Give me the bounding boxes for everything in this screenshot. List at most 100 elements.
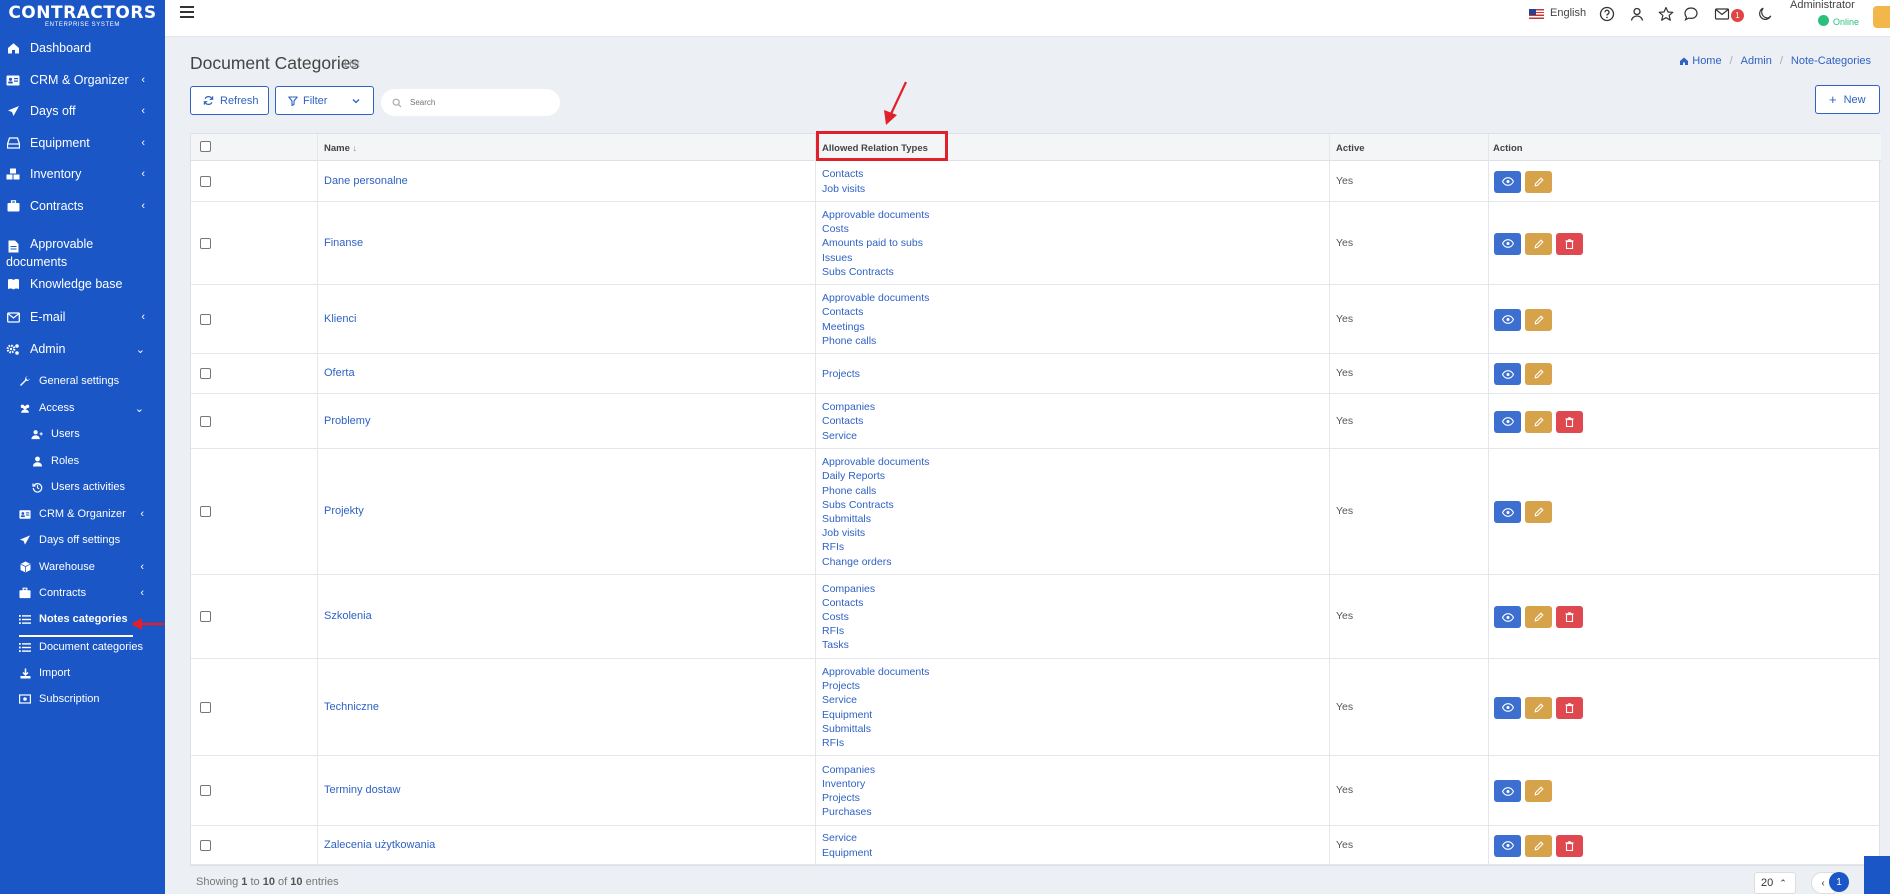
- category-name[interactable]: Projekty: [324, 505, 364, 517]
- view-button[interactable]: [1494, 363, 1521, 385]
- search-box[interactable]: [381, 89, 560, 116]
- relation-type-link[interactable]: Amounts paid to subs: [822, 236, 929, 250]
- category-name[interactable]: Techniczne: [324, 701, 379, 713]
- relation-type-link[interactable]: Approvable documents: [822, 455, 929, 469]
- edit-button[interactable]: [1525, 363, 1552, 385]
- category-name[interactable]: Problemy: [324, 415, 370, 427]
- language-selector[interactable]: English: [1550, 7, 1586, 19]
- row-checkbox[interactable]: [200, 175, 211, 187]
- avatar[interactable]: [1873, 6, 1890, 28]
- user-icon[interactable]: [1628, 5, 1646, 23]
- relation-type-link[interactable]: Purchases: [822, 805, 875, 819]
- delete-button[interactable]: [1556, 606, 1583, 628]
- category-name[interactable]: Oferta: [324, 367, 355, 379]
- help-icon[interactable]: [1598, 5, 1616, 23]
- relation-type-link[interactable]: Meetings: [822, 320, 929, 334]
- relation-type-link[interactable]: Job visits: [822, 182, 865, 196]
- view-button[interactable]: [1494, 780, 1521, 802]
- sidebar-item-days-off-settings[interactable]: Days off settings: [0, 531, 165, 549]
- sidebar-item-contracts[interactable]: Contracts ‹: [0, 197, 165, 215]
- relation-type-link[interactable]: RFIs: [822, 624, 875, 638]
- row-checkbox[interactable]: [200, 701, 211, 713]
- star-icon[interactable]: [1657, 5, 1675, 23]
- relation-type-link[interactable]: Projects: [822, 791, 875, 805]
- row-checkbox[interactable]: [200, 415, 211, 427]
- sidebar-item-warehouse[interactable]: Warehouse ‹: [0, 558, 165, 576]
- refresh-button[interactable]: Refresh: [190, 86, 269, 115]
- view-button[interactable]: [1494, 170, 1521, 193]
- sidebar-item-access[interactable]: Access ⌄: [0, 399, 165, 417]
- sidebar-item-days-off[interactable]: Days off ‹: [0, 102, 165, 120]
- dark-mode-moon-icon[interactable]: [1756, 5, 1774, 23]
- relation-type-link[interactable]: Equipment: [822, 708, 929, 722]
- page-size-select[interactable]: 20 ⌃: [1754, 872, 1796, 894]
- sidebar-item-roles[interactable]: Roles: [0, 452, 165, 470]
- relation-type-link[interactable]: Service: [822, 831, 872, 845]
- relation-type-link[interactable]: Tasks: [822, 638, 875, 652]
- relation-type-link[interactable]: Submittals: [822, 722, 929, 736]
- relation-type-link[interactable]: RFIs: [822, 736, 929, 750]
- view-button[interactable]: [1494, 308, 1521, 331]
- relation-type-link[interactable]: Issues: [822, 251, 929, 265]
- edit-button[interactable]: [1525, 834, 1552, 857]
- view-button[interactable]: [1494, 501, 1521, 523]
- filter-button[interactable]: Filter: [275, 86, 374, 115]
- relation-type-link[interactable]: Companies: [822, 582, 875, 596]
- row-checkbox[interactable]: [200, 237, 211, 249]
- sidebar-item-import[interactable]: Import: [0, 664, 165, 682]
- relation-type-link[interactable]: Contacts: [822, 596, 875, 610]
- edit-button[interactable]: [1525, 232, 1552, 255]
- edit-button[interactable]: [1525, 501, 1552, 523]
- relation-type-link[interactable]: Costs: [822, 610, 875, 624]
- relation-type-link[interactable]: Subs Contracts: [822, 265, 929, 279]
- chat-icon[interactable]: [1682, 5, 1700, 23]
- column-header-name[interactable]: Name ↓: [324, 143, 357, 154]
- row-checkbox[interactable]: [200, 839, 211, 851]
- relation-type-link[interactable]: Inventory: [822, 777, 875, 791]
- sidebar-item-equipment[interactable]: Equipment ‹: [0, 134, 165, 152]
- relation-type-link[interactable]: Job visits: [822, 526, 929, 540]
- sidebar-item-approvable[interactable]: Approvable documents: [0, 237, 165, 273]
- relation-type-link[interactable]: Approvable documents: [822, 665, 929, 679]
- relation-type-link[interactable]: Approvable documents: [822, 291, 929, 305]
- sidebar-item-inventory[interactable]: Inventory ‹: [0, 165, 165, 183]
- view-button[interactable]: [1494, 606, 1521, 628]
- sidebar-item-document-categories[interactable]: Document categories: [0, 638, 165, 656]
- sidebar-item-admin[interactable]: Admin ⌄: [0, 340, 165, 358]
- relation-type-link[interactable]: Projects: [822, 679, 929, 693]
- category-name[interactable]: Klienci: [324, 313, 356, 325]
- row-checkbox[interactable]: [200, 611, 211, 622]
- column-header-active[interactable]: Active: [1336, 143, 1365, 154]
- sidebar-item-dashboard[interactable]: Dashboard: [0, 39, 165, 57]
- relation-type-link[interactable]: Companies: [822, 763, 875, 777]
- edit-button[interactable]: [1525, 696, 1552, 719]
- relation-type-link[interactable]: Change orders: [822, 555, 929, 569]
- view-button[interactable]: [1494, 834, 1521, 857]
- select-all-checkbox[interactable]: [200, 141, 211, 152]
- mail-icon[interactable]: [1713, 5, 1731, 23]
- category-name[interactable]: Zalecenia użytkowania: [324, 839, 435, 851]
- logo[interactable]: CONTRACTORS ENTERPRISE SYSTEM: [0, 0, 165, 30]
- category-name[interactable]: Szkolenia: [324, 610, 372, 622]
- row-checkbox[interactable]: [200, 313, 211, 325]
- breadcrumb-note-categories[interactable]: Note-Categories: [1791, 55, 1871, 67]
- delete-button[interactable]: [1556, 696, 1583, 719]
- relation-type-link[interactable]: Equipment: [822, 846, 872, 860]
- user-name[interactable]: Administrator: [1790, 0, 1855, 11]
- us-flag-icon[interactable]: [1529, 9, 1544, 19]
- view-button[interactable]: [1494, 410, 1521, 433]
- edit-button[interactable]: [1525, 308, 1552, 331]
- relation-type-link[interactable]: Subs Contracts: [822, 498, 929, 512]
- delete-button[interactable]: [1556, 232, 1583, 255]
- search-input[interactable]: [410, 98, 550, 107]
- sidebar-item-contracts[interactable]: Contracts ‹: [0, 584, 165, 602]
- view-button[interactable]: [1494, 232, 1521, 255]
- relation-type-link[interactable]: Submittals: [822, 512, 929, 526]
- breadcrumb-home[interactable]: Home: [1692, 55, 1721, 67]
- row-checkbox[interactable]: [200, 785, 211, 796]
- delete-button[interactable]: [1556, 410, 1583, 433]
- category-name[interactable]: Dane personalne: [324, 175, 408, 187]
- edit-button[interactable]: [1525, 780, 1552, 802]
- relation-type-link[interactable]: Phone calls: [822, 334, 929, 348]
- sidebar-item-crm-organizer[interactable]: CRM & Organizer ‹: [0, 71, 165, 89]
